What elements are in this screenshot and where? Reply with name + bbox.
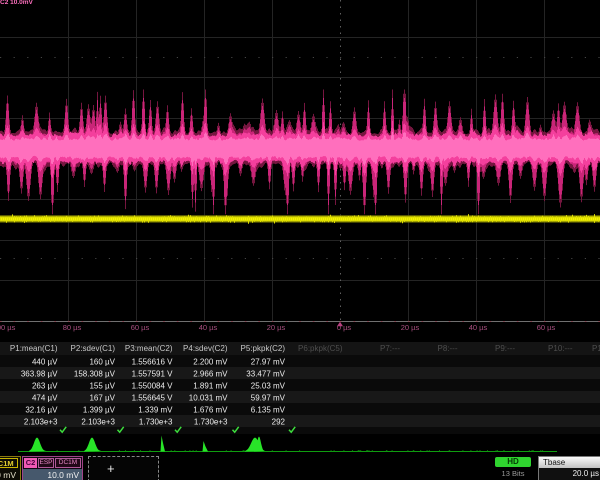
svg-text:1.399 µV: 1.399 µV [83,406,116,415]
svg-text:2.200 mV: 2.200 mV [193,358,228,367]
svg-text:59.97 mV: 59.97 mV [251,394,286,403]
svg-text:292: 292 [272,418,286,427]
svg-text:40 µs: 40 µs [469,323,488,332]
svg-text:263 µV: 263 µV [32,382,58,391]
svg-text:P2:sdev(C1): P2:sdev(C1) [71,344,116,353]
svg-text:158.308 µV: 158.308 µV [74,370,116,379]
svg-text:P9:---: P9:--- [495,344,515,353]
svg-text:33.477 mV: 33.477 mV [246,370,285,379]
svg-text:P10:---: P10:--- [548,344,573,353]
svg-text:1.550084 V: 1.550084 V [132,382,174,391]
svg-text:1.730e+3: 1.730e+3 [139,418,173,427]
svg-text:474 µV: 474 µV [32,394,58,403]
svg-text:25.03 mV: 25.03 mV [251,382,286,391]
svg-text:100 µs: 100 µs [0,323,16,332]
svg-text:2.103e+3: 2.103e+3 [81,418,115,427]
svg-text:32.16 µV: 32.16 µV [25,406,58,415]
svg-text:P7:---: P7:--- [380,344,400,353]
svg-text:1.557591 V: 1.557591 V [132,370,174,379]
svg-text:1.730e+3: 1.730e+3 [194,418,228,427]
svg-text:P4:sdev(C2): P4:sdev(C2) [183,344,228,353]
svg-text:10.031 mV: 10.031 mV [189,394,228,403]
svg-text:155 µV: 155 µV [89,382,115,391]
svg-text:440 µV: 440 µV [32,358,58,367]
svg-text:60 µs: 60 µs [537,323,556,332]
svg-text:P8:---: P8:--- [438,344,458,353]
svg-text:1.556645 V: 1.556645 V [132,394,174,403]
svg-text:20 µs: 20 µs [267,323,286,332]
svg-text:1.676 mV: 1.676 mV [193,406,228,415]
svg-text:P6:pkpk(C5): P6:pkpk(C5) [298,344,343,353]
svg-text:80 µs: 80 µs [63,323,82,332]
svg-text:2.966 mV: 2.966 mV [193,370,228,379]
svg-text:1.891 mV: 1.891 mV [193,382,228,391]
svg-text:60 µs: 60 µs [131,323,150,332]
svg-text:167 µV: 167 µV [89,394,115,403]
svg-text:1.339 mV: 1.339 mV [138,406,173,415]
svg-text:P1:mean(C1): P1:mean(C1) [10,344,58,353]
svg-text:160 µV: 160 µV [89,358,115,367]
svg-text:P5:pkpk(C2): P5:pkpk(C2) [241,344,286,353]
svg-text:363.98 µV: 363.98 µV [21,370,58,379]
svg-text:27.97 mV: 27.97 mV [251,358,286,367]
svg-text:P11:---: P11:--- [592,344,600,353]
svg-text:1.556616 V: 1.556616 V [132,358,174,367]
svg-text:20 µs: 20 µs [401,323,420,332]
svg-text:40 µs: 40 µs [199,323,218,332]
svg-text:2.103e+3: 2.103e+3 [24,418,58,427]
svg-text:P3:mean(C2): P3:mean(C2) [125,344,173,353]
svg-text:6.135 mV: 6.135 mV [251,406,286,415]
